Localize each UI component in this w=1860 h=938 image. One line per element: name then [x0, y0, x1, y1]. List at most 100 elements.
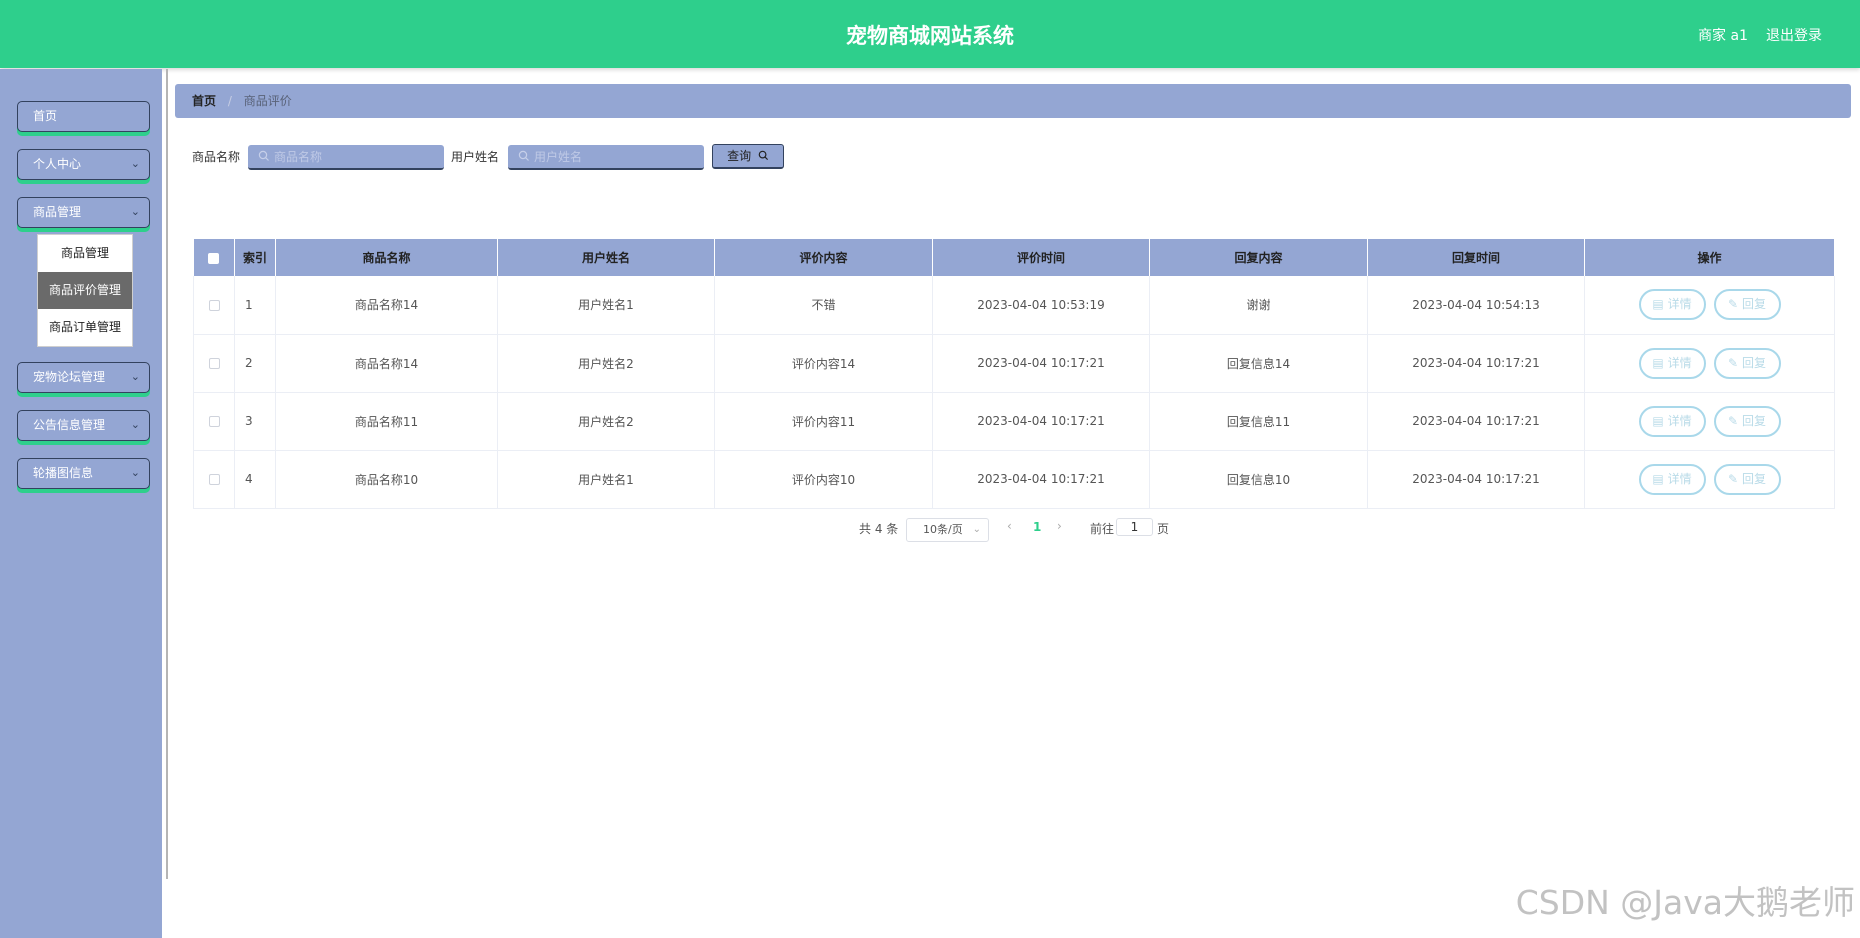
column-header: 评价时间	[932, 239, 1150, 276]
document-icon: ▤	[1652, 471, 1664, 486]
reply-button-label: 回复	[1741, 297, 1766, 312]
sidebar-item-label: 首页	[33, 109, 58, 123]
chevron-down-icon: ⌄	[130, 370, 140, 383]
reply-button[interactable]: ✎ 回复	[1713, 347, 1781, 379]
table-row: 1 商品名称14 用户姓名1 不错 2023-04-04 10:53:19 谢谢…	[193, 276, 1835, 335]
product-cell: 商品名称14	[275, 276, 498, 335]
sidebar-item-label: 个人中心	[33, 157, 82, 171]
user-cell: 用户姓名1	[497, 450, 715, 509]
table-row: 4 商品名称10 用户姓名1 评价内容10 2023-04-04 10:17:2…	[193, 450, 1835, 509]
table-row: 2 商品名称14 用户姓名2 评价内容14 2023-04-04 10:17:2…	[193, 334, 1835, 393]
submenu-item-products[interactable]: 商品管理	[38, 235, 132, 272]
reply-button[interactable]: ✎ 回复	[1713, 463, 1781, 495]
reply-time-cell: 2023-04-04 10:17:21	[1367, 450, 1585, 509]
row-checkbox[interactable]	[208, 416, 220, 427]
search-icon	[518, 150, 529, 161]
detail-button-label: 详情	[1667, 413, 1692, 428]
submenu-item-product-orders[interactable]: 商品订单管理	[38, 309, 132, 346]
reply-button-label: 回复	[1741, 413, 1766, 428]
detail-button-label: 详情	[1667, 471, 1692, 486]
page-suffix-label: 页	[1157, 522, 1170, 536]
chevron-down-icon: ⌄	[130, 418, 140, 431]
page-size-select[interactable]: 10条/页 ⌄	[906, 518, 989, 542]
user-cell: 用户姓名2	[497, 392, 715, 451]
user-cell: 用户姓名1	[497, 276, 715, 335]
sidebar-item-label: 公告信息管理	[33, 418, 106, 432]
user-name-label: 用户姓名	[451, 150, 500, 164]
query-button-label: 查询	[727, 149, 752, 163]
index-cell: 3	[234, 392, 276, 451]
page-size-value: 10条/页	[923, 523, 963, 536]
detail-button[interactable]: ▤ 详情	[1638, 289, 1706, 321]
column-header: 商品名称	[275, 239, 498, 276]
reply-cell: 谢谢	[1149, 276, 1368, 335]
actions-cell: ▤ 详情 ✎ 回复	[1584, 450, 1835, 509]
table-row: 3 商品名称11 用户姓名2 评价内容11 2023-04-04 10:17:2…	[193, 392, 1835, 451]
sidebar-item-carousel[interactable]: 轮播图信息 ⌄	[17, 458, 150, 489]
sidebar-item-forum-management[interactable]: 宠物论坛管理 ⌄	[17, 362, 150, 393]
document-icon: ▤	[1652, 297, 1664, 312]
product-name-label: 商品名称	[192, 150, 241, 164]
reply-button[interactable]: ✎ 回复	[1713, 289, 1781, 321]
column-header: 用户姓名	[497, 239, 715, 276]
search-icon	[258, 150, 269, 161]
detail-button-label: 详情	[1667, 297, 1692, 312]
submenu-item-product-reviews[interactable]: 商品评价管理	[38, 272, 132, 309]
reply-cell: 回复信息11	[1149, 392, 1368, 451]
breadcrumb-home[interactable]: 首页	[192, 94, 216, 108]
product-cell: 商品名称11	[275, 392, 498, 451]
row-checkbox[interactable]	[208, 358, 220, 369]
reply-button-label: 回复	[1741, 471, 1766, 486]
row-checkbox[interactable]	[208, 474, 220, 485]
sidebar-item-label: 轮播图信息	[33, 466, 94, 480]
user-name-input[interactable]	[508, 145, 704, 170]
column-header: 索引	[234, 239, 276, 276]
column-header: 评价内容	[714, 239, 933, 276]
search-icon	[758, 150, 768, 161]
select-all-cell	[193, 239, 235, 276]
goto-page-input[interactable]: 1	[1116, 518, 1153, 536]
logout-link[interactable]: 退出登录	[1766, 25, 1822, 45]
watermark: CSDN @Java大鹅老师	[1515, 883, 1855, 922]
select-all-checkbox[interactable]	[208, 252, 220, 264]
document-icon: ▤	[1652, 413, 1664, 428]
time-cell: 2023-04-04 10:17:21	[932, 392, 1150, 451]
index-cell: 4	[234, 450, 276, 509]
top-header: 宠物商城网站系统 商家 a1 退出登录	[0, 0, 1860, 68]
sidebar-item-personal-center[interactable]: 个人中心 ⌄	[17, 149, 150, 180]
row-select-cell	[193, 334, 235, 393]
detail-button[interactable]: ▤ 详情	[1638, 347, 1706, 379]
next-page-icon[interactable]: ›	[1057, 519, 1062, 533]
sidebar-item-notice-management[interactable]: 公告信息管理 ⌄	[17, 410, 150, 441]
column-header: 操作	[1584, 239, 1835, 276]
detail-button[interactable]: ▤ 详情	[1638, 405, 1706, 437]
time-cell: 2023-04-04 10:17:21	[932, 334, 1150, 393]
row-select-cell	[193, 276, 235, 335]
page-number-current[interactable]: 1	[1033, 520, 1041, 534]
prev-page-icon[interactable]: ‹	[1007, 519, 1012, 533]
content-cell: 评价内容11	[714, 392, 933, 451]
product-cell: 商品名称14	[275, 334, 498, 393]
row-select-cell	[193, 392, 235, 451]
content-cell: 评价内容10	[714, 450, 933, 509]
product-name-input[interactable]	[248, 145, 444, 170]
sidebar-item-home[interactable]: 首页	[17, 101, 150, 132]
actions-cell: ▤ 详情 ✎ 回复	[1584, 392, 1835, 451]
column-header: 回复内容	[1149, 239, 1368, 276]
chevron-down-icon: ⌄	[130, 205, 140, 218]
reviews-table: 索引 商品名称 用户姓名 评价内容 评价时间 回复内容 回复时间 操作 1 商品…	[193, 239, 1835, 509]
index-cell: 2	[234, 334, 276, 393]
detail-button[interactable]: ▤ 详情	[1638, 463, 1706, 495]
time-cell: 2023-04-04 10:53:19	[932, 276, 1150, 335]
actions-cell: ▤ 详情 ✎ 回复	[1584, 334, 1835, 393]
sidebar-item-product-management[interactable]: 商品管理 ⌄	[17, 197, 150, 228]
reply-button[interactable]: ✎ 回复	[1713, 405, 1781, 437]
chevron-down-icon: ⌄	[972, 524, 981, 535]
app-title: 宠物商城网站系统	[846, 24, 1014, 48]
reply-time-cell: 2023-04-04 10:54:13	[1367, 276, 1585, 335]
edit-icon: ✎	[1728, 297, 1739, 312]
product-submenu: 商品管理 商品评价管理 商品订单管理	[37, 234, 133, 347]
query-button[interactable]: 查询	[712, 144, 784, 169]
row-checkbox[interactable]	[208, 299, 220, 311]
edit-icon: ✎	[1728, 471, 1739, 486]
